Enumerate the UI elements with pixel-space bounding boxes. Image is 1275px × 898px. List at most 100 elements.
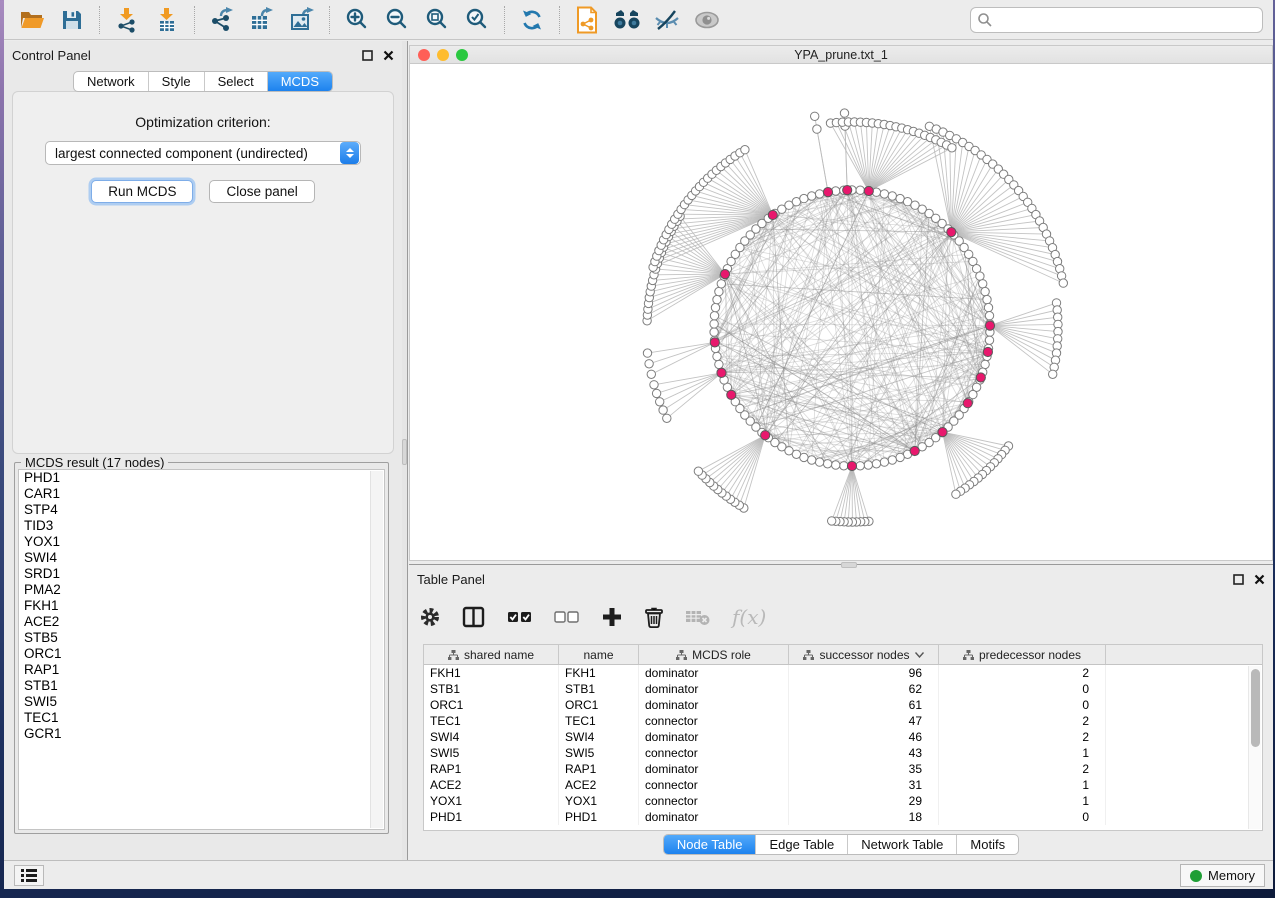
table-cell[interactable]: YOX1: [559, 793, 639, 809]
table-cell[interactable]: 43: [789, 745, 939, 761]
select-all-rows-icon[interactable]: [507, 609, 533, 625]
table-cell[interactable]: dominator: [639, 761, 789, 777]
table-cell[interactable]: 1: [939, 745, 1106, 761]
table-scrollbar-thumb[interactable]: [1251, 669, 1260, 747]
list-item[interactable]: STB1: [19, 678, 384, 694]
zoom-out-icon[interactable]: [377, 4, 417, 36]
table-cell[interactable]: dominator: [639, 729, 789, 745]
apply-layout-icon[interactable]: [512, 4, 552, 36]
table-cell[interactable]: dominator: [639, 665, 789, 681]
show-panels-button[interactable]: [14, 865, 44, 886]
table-cell[interactable]: 0: [939, 809, 1106, 825]
show-all-icon[interactable]: [687, 4, 727, 36]
table-row[interactable]: SWI5SWI5connector431: [424, 745, 1262, 761]
table-options-icon[interactable]: [419, 606, 441, 628]
table-cell[interactable]: 62: [789, 681, 939, 697]
float-window-icon[interactable]: [1233, 574, 1244, 585]
table-cell[interactable]: 35: [789, 761, 939, 777]
table-cell[interactable]: 2: [939, 729, 1106, 745]
export-network-icon[interactable]: [202, 4, 242, 36]
table-cell[interactable]: YOX1: [424, 793, 559, 809]
table-cell[interactable]: 1: [939, 777, 1106, 793]
table-row[interactable]: ORC1ORC1dominator610: [424, 697, 1262, 713]
horizontal-splitter-grip[interactable]: [841, 562, 857, 568]
table-cell[interactable]: 2: [939, 761, 1106, 777]
table-cell[interactable]: RAP1: [559, 761, 639, 777]
list-item[interactable]: YOX1: [19, 534, 384, 550]
table-cell[interactable]: 61: [789, 697, 939, 713]
save-session-icon[interactable]: [52, 4, 92, 36]
hide-selected-icon[interactable]: [647, 4, 687, 36]
zoom-fit-icon[interactable]: [417, 4, 457, 36]
column-header[interactable]: predecessor nodes: [939, 645, 1106, 664]
tab-node-table[interactable]: Node Table: [664, 835, 756, 854]
table-scrollbar[interactable]: [1248, 666, 1261, 829]
zoom-selected-icon[interactable]: [457, 4, 497, 36]
list-item[interactable]: RAP1: [19, 662, 384, 678]
table-cell[interactable]: SWI4: [559, 729, 639, 745]
splitter-grip[interactable]: [402, 439, 407, 465]
list-item[interactable]: SWI4: [19, 550, 384, 566]
table-cell[interactable]: STB1: [559, 681, 639, 697]
column-header[interactable]: name: [559, 645, 639, 664]
table-row[interactable]: RAP1RAP1dominator352: [424, 761, 1262, 777]
table-cell[interactable]: connector: [639, 713, 789, 729]
table-cell[interactable]: 0: [939, 697, 1106, 713]
table-cell[interactable]: ORC1: [559, 697, 639, 713]
table-row[interactable]: TEC1TEC1connector472: [424, 713, 1262, 729]
list-item[interactable]: STB5: [19, 630, 384, 646]
close-panel-icon[interactable]: [383, 50, 394, 61]
table-cell[interactable]: RAP1: [424, 761, 559, 777]
table-cell[interactable]: SWI5: [559, 745, 639, 761]
table-cell[interactable]: ORC1: [424, 697, 559, 713]
table-row[interactable]: PHD1PHD1dominator180: [424, 809, 1262, 825]
list-item[interactable]: ACE2: [19, 614, 384, 630]
list-item[interactable]: TEC1: [19, 710, 384, 726]
table-cell[interactable]: 31: [789, 777, 939, 793]
table-cell[interactable]: STB1: [424, 681, 559, 697]
open-session-icon[interactable]: [12, 4, 52, 36]
column-header[interactable]: shared name: [424, 645, 559, 664]
run-mcds-button[interactable]: Run MCDS: [91, 180, 193, 203]
table-cell[interactable]: 2: [939, 665, 1106, 681]
tab-style[interactable]: Style: [148, 72, 204, 91]
table-cell[interactable]: 1: [939, 793, 1106, 809]
table-cell[interactable]: 96: [789, 665, 939, 681]
table-cell[interactable]: connector: [639, 745, 789, 761]
tab-select[interactable]: Select: [204, 72, 267, 91]
column-header[interactable]: MCDS role: [639, 645, 789, 664]
table-row[interactable]: YOX1YOX1connector291: [424, 793, 1262, 809]
search-input[interactable]: [993, 13, 1256, 28]
import-network-icon[interactable]: [107, 4, 147, 36]
mcds-list-scrollbar[interactable]: [370, 471, 383, 828]
tab-network[interactable]: Network: [74, 72, 148, 91]
list-item[interactable]: SWI5: [19, 694, 384, 710]
table-cell[interactable]: 2: [939, 713, 1106, 729]
list-item[interactable]: ORC1: [19, 646, 384, 662]
memory-button[interactable]: Memory: [1180, 864, 1265, 887]
table-cell[interactable]: ACE2: [559, 777, 639, 793]
export-image-icon[interactable]: [282, 4, 322, 36]
close-panel-icon[interactable]: [1254, 574, 1265, 585]
table-cell[interactable]: PHD1: [424, 809, 559, 825]
new-network-from-selection-icon[interactable]: [567, 4, 607, 36]
deselect-all-rows-icon[interactable]: [554, 609, 580, 625]
table-cell[interactable]: 46: [789, 729, 939, 745]
table-cell[interactable]: PHD1: [559, 809, 639, 825]
list-item[interactable]: TID3: [19, 518, 384, 534]
table-cell[interactable]: FKH1: [424, 665, 559, 681]
table-cell[interactable]: FKH1: [559, 665, 639, 681]
list-item[interactable]: PMA2: [19, 582, 384, 598]
table-cell[interactable]: dominator: [639, 697, 789, 713]
create-column-icon[interactable]: [601, 606, 623, 628]
zoom-in-icon[interactable]: [337, 4, 377, 36]
export-table-icon[interactable]: [242, 4, 282, 36]
table-cell[interactable]: connector: [639, 793, 789, 809]
show-columns-icon[interactable]: [462, 606, 486, 628]
tab-network-table[interactable]: Network Table: [847, 835, 956, 854]
delete-column-icon[interactable]: [644, 606, 664, 628]
table-cell[interactable]: 18: [789, 809, 939, 825]
table-cell[interactable]: dominator: [639, 809, 789, 825]
network-canvas[interactable]: [410, 64, 1272, 560]
list-item[interactable]: PHD1: [19, 470, 384, 486]
